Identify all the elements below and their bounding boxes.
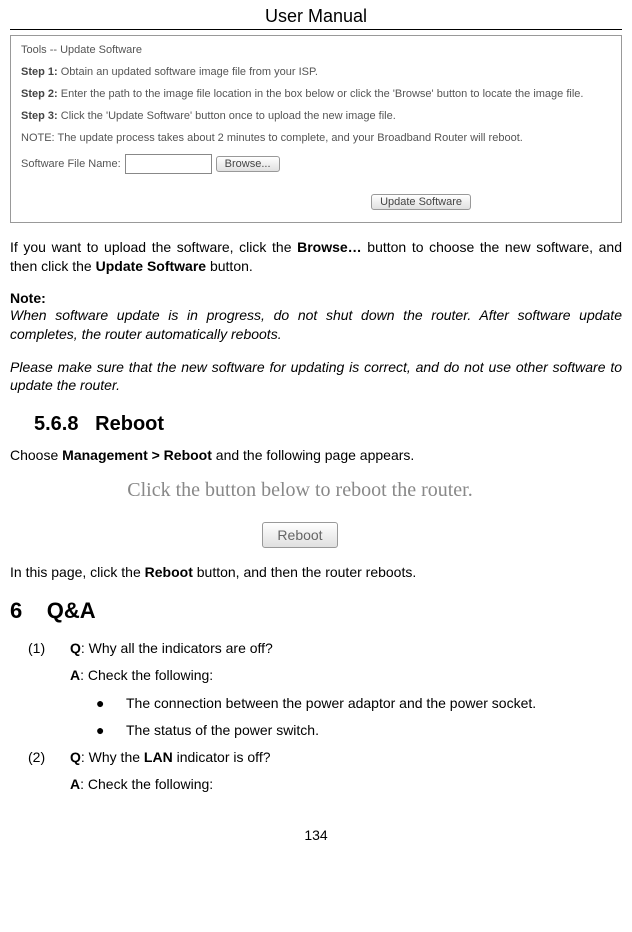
- reboot-screenshot: Click the button below to reboot the rou…: [60, 479, 540, 548]
- bullet-dot-icon: ●: [70, 718, 126, 743]
- a-label: A: [70, 776, 80, 792]
- bullet-list-1: ● The connection between the power adapt…: [10, 691, 622, 743]
- para3-c: button, and then the router reboots.: [193, 564, 416, 580]
- file-label: Software File Name:: [21, 158, 121, 170]
- step-2: Step 2: Enter the path to the image file…: [21, 88, 611, 100]
- para3-a: In this page, click the: [10, 564, 145, 580]
- update-software-button[interactable]: Update Software: [371, 194, 471, 210]
- qa-num-2: (2): [10, 745, 70, 770]
- step-3: Step 3: Click the 'Update Software' butt…: [21, 110, 611, 122]
- upload-instructions: If you want to upload the software, clic…: [10, 238, 622, 276]
- reboot-button-wrap: Reboot: [60, 522, 540, 548]
- reboot-action-text: In this page, click the Reboot button, a…: [10, 563, 622, 582]
- section-title: Reboot: [95, 413, 164, 435]
- q-label: Q: [70, 640, 81, 656]
- screenshot-note: NOTE: The update process takes about 2 m…: [21, 132, 611, 144]
- note-text-2: Please make sure that the new software f…: [10, 358, 622, 396]
- file-name-input[interactable]: [125, 154, 212, 174]
- para3-b: Reboot: [145, 564, 193, 580]
- q2b: LAN: [144, 749, 173, 765]
- qa-q1-text: Q: Why all the indicators are off?: [70, 636, 622, 661]
- qa-item-2-a: A: Check the following:: [10, 772, 622, 797]
- page-content: Tools -- Update Software Step 1: Obtain …: [0, 35, 632, 843]
- para1-e: button.: [206, 258, 253, 274]
- step2-text: Enter the path to the image file locatio…: [58, 88, 584, 100]
- page-header: User Manual: [10, 0, 622, 30]
- bullet1-text: The connection between the power adaptor…: [126, 691, 536, 716]
- file-row: Software File Name: Browse...: [21, 154, 611, 174]
- step3-text: Click the 'Update Software' button once …: [58, 110, 396, 122]
- q-label: Q: [70, 749, 81, 765]
- spacer: [10, 663, 70, 688]
- browse-button[interactable]: Browse...: [216, 156, 280, 172]
- bullet-dot-icon: ●: [70, 691, 126, 716]
- reboot-button[interactable]: Reboot: [262, 522, 337, 548]
- para1-b: Browse…: [297, 239, 362, 255]
- step1-text: Obtain an updated software image file fr…: [58, 66, 318, 78]
- qa-item-2-q: (2) Q: Why the LAN indicator is off?: [10, 745, 622, 770]
- para2-b: Management > Reboot: [62, 447, 212, 463]
- q2a: : Why the: [81, 749, 144, 765]
- section-number: 5.6.8: [34, 413, 78, 435]
- page-number: 134: [10, 827, 622, 843]
- update-row: Update Software: [371, 194, 471, 210]
- note-block: Note: When software update is in progres…: [10, 290, 622, 396]
- bullet-item-2: ● The status of the power switch.: [70, 718, 622, 743]
- step-1: Step 1: Obtain an updated software image…: [21, 66, 611, 78]
- note-text-1: When software update is in progress, do …: [10, 306, 622, 344]
- note-label: Note:: [10, 290, 622, 306]
- qa-num-1: (1): [10, 636, 70, 661]
- para2-a: Choose: [10, 447, 62, 463]
- q2c: indicator is off?: [173, 749, 271, 765]
- section-heading-reboot: 5.6.8 Reboot: [34, 413, 622, 436]
- reboot-choose-text: Choose Management > Reboot and the follo…: [10, 446, 622, 465]
- qa-list: (1) Q: Why all the indicators are off? A…: [10, 636, 622, 797]
- reboot-instruction-text: Click the button below to reboot the rou…: [60, 479, 540, 502]
- step1-label: Step 1:: [21, 66, 58, 78]
- q1: : Why all the indicators are off?: [81, 640, 273, 656]
- para1-d: Update Software: [96, 258, 206, 274]
- qa-item-1-a: A: Check the following:: [10, 663, 622, 688]
- step3-label: Step 3:: [21, 110, 58, 122]
- screenshot-title: Tools -- Update Software: [21, 44, 611, 56]
- bullet2-text: The status of the power switch.: [126, 718, 319, 743]
- para2-c: and the following page appears.: [212, 447, 414, 463]
- update-software-screenshot: Tools -- Update Software Step 1: Obtain …: [10, 35, 622, 223]
- step2-label: Step 2:: [21, 88, 58, 100]
- spacer: [10, 772, 70, 797]
- chapter-number: 6: [10, 598, 22, 623]
- qa-q2-text: Q: Why the LAN indicator is off?: [70, 745, 622, 770]
- chapter-title: Q&A: [47, 598, 96, 623]
- qa-item-1-q: (1) Q: Why all the indicators are off?: [10, 636, 622, 661]
- para1-a: If you want to upload the software, clic…: [10, 239, 297, 255]
- a2: : Check the following:: [80, 776, 213, 792]
- qa-a2-text: A: Check the following:: [70, 772, 622, 797]
- qa-a1-text: A: Check the following:: [70, 663, 622, 688]
- bullet-item-1: ● The connection between the power adapt…: [70, 691, 622, 716]
- a-label: A: [70, 667, 80, 683]
- chapter-heading-qa: 6 Q&A: [10, 598, 622, 624]
- a1: : Check the following:: [80, 667, 213, 683]
